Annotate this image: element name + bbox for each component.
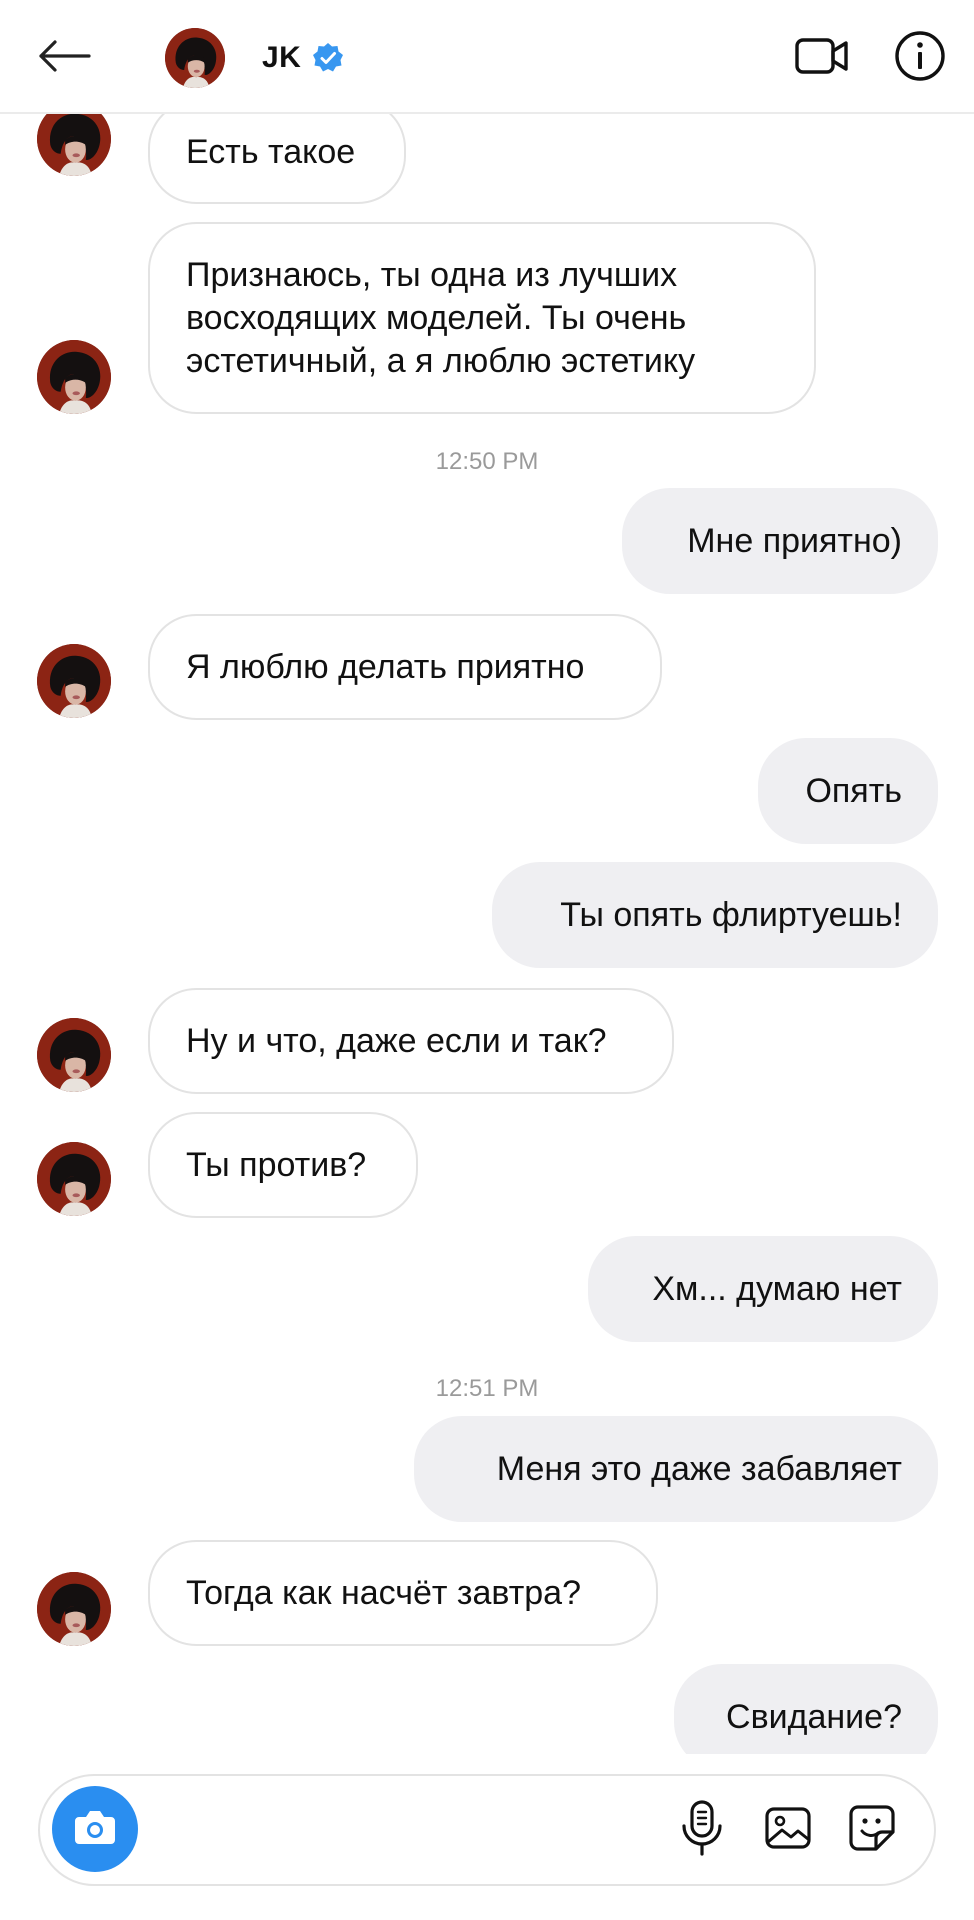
sender-avatar[interactable] (37, 1572, 111, 1646)
info-button[interactable] (888, 24, 952, 92)
outgoing-message[interactable]: Меня это даже забавляет (414, 1416, 938, 1522)
message-thread[interactable]: Есть такое Признаюсь, ты одна из лучших … (0, 114, 974, 1754)
outgoing-message[interactable]: Мне приятно) (622, 488, 938, 594)
video-call-button[interactable] (788, 28, 856, 88)
incoming-message[interactable]: Я люблю делать приятно (148, 614, 662, 720)
gallery-button[interactable] (760, 1802, 816, 1858)
verified-badge-icon (311, 41, 345, 75)
arrow-left-icon (37, 39, 91, 78)
camera-button[interactable] (52, 1786, 138, 1872)
sender-avatar[interactable] (37, 644, 111, 718)
contact-name: JK (262, 41, 302, 74)
sender-avatar[interactable] (37, 1018, 111, 1092)
info-icon (894, 30, 946, 87)
outgoing-message[interactable]: Хм... думаю нет (588, 1236, 938, 1342)
sender-avatar[interactable] (37, 1142, 111, 1216)
message-composer[interactable] (38, 1774, 936, 1886)
incoming-message[interactable]: Ты против? (148, 1112, 418, 1218)
video-camera-icon (794, 36, 850, 81)
sticker-icon (848, 1804, 896, 1857)
sender-avatar[interactable] (37, 114, 111, 176)
incoming-message[interactable]: Есть такое (148, 114, 406, 204)
timestamp: 12:51 PM (435, 1375, 539, 1402)
outgoing-message[interactable]: Свидание? (674, 1664, 938, 1754)
outgoing-message[interactable]: Опять (758, 738, 938, 844)
camera-icon (73, 1808, 117, 1851)
contact-avatar[interactable] (165, 28, 225, 88)
outgoing-message[interactable]: Ты опять флиртуешь! (492, 862, 938, 968)
back-button[interactable] (26, 22, 102, 94)
sticker-button[interactable] (844, 1802, 900, 1858)
chat-header: JK (0, 0, 974, 114)
incoming-message[interactable]: Признаюсь, ты одна из лучших восходящих … (148, 222, 816, 414)
incoming-message[interactable]: Ну и что, даже если и так? (148, 988, 674, 1094)
timestamp: 12:50 PM (435, 448, 539, 475)
voice-message-button[interactable] (674, 1799, 730, 1861)
microphone-icon (680, 1799, 724, 1861)
sender-avatar[interactable] (37, 340, 111, 414)
gallery-icon (764, 1806, 812, 1855)
contact-title[interactable]: JK (262, 38, 345, 78)
incoming-message[interactable]: Тогда как насчёт завтра? (148, 1540, 658, 1646)
